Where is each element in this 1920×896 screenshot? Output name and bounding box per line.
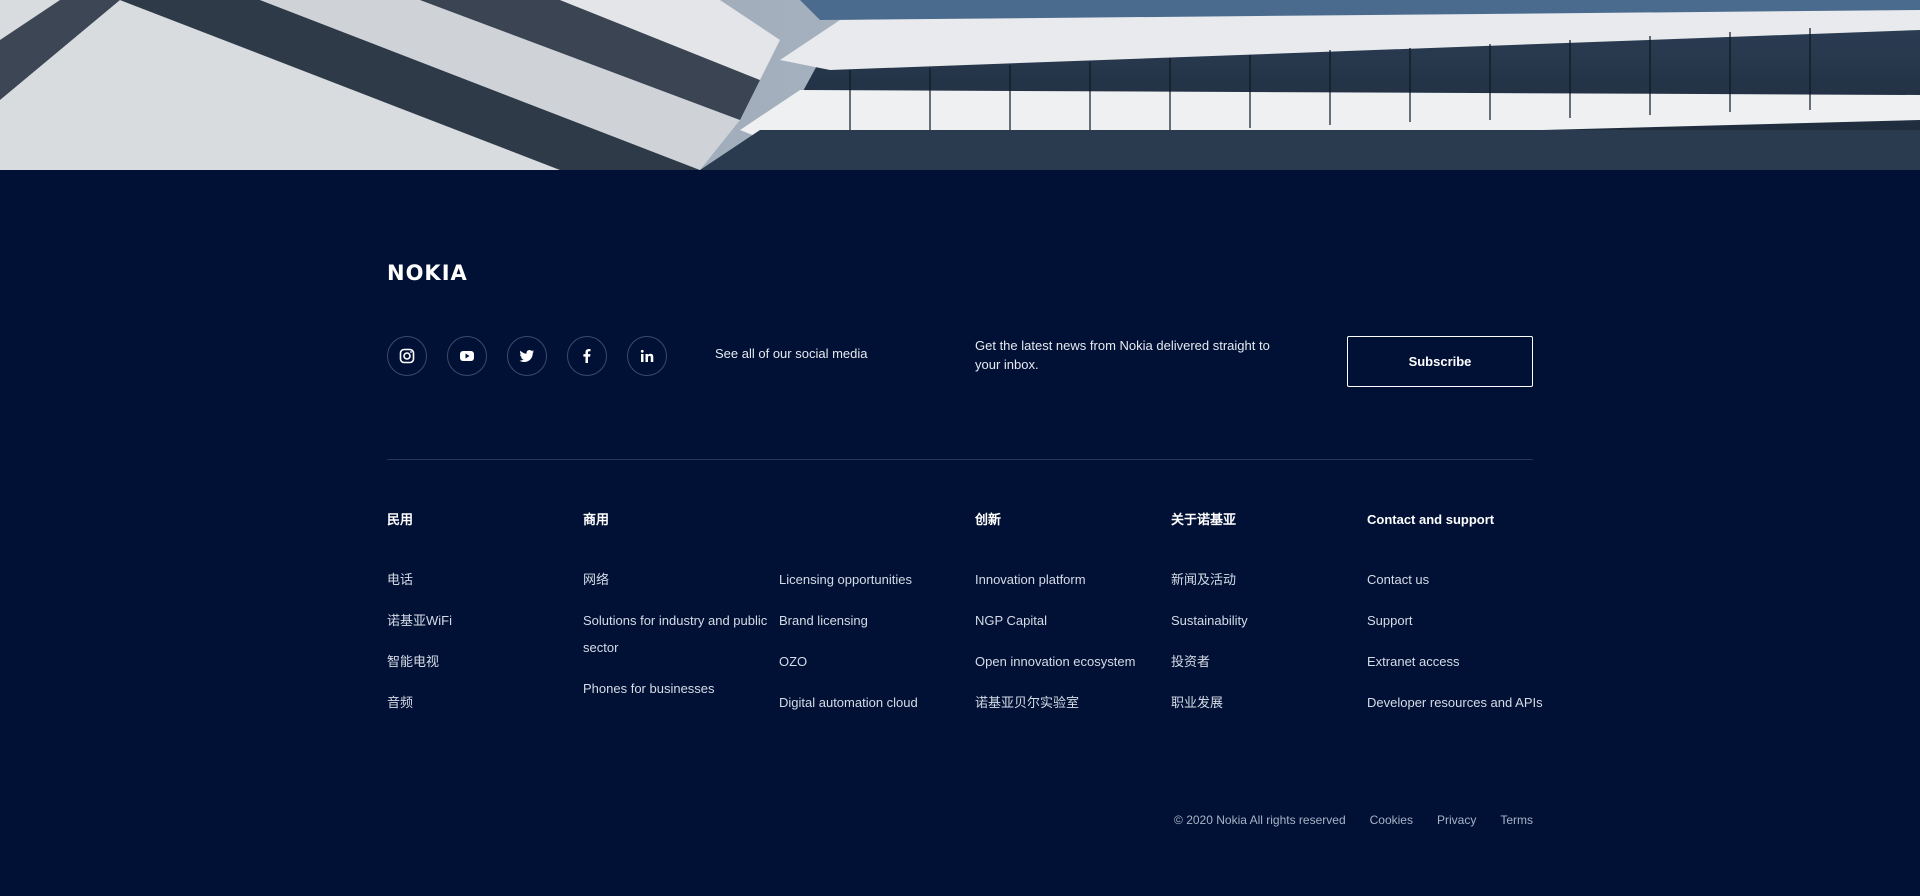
footer-link[interactable]: 网络: [583, 566, 773, 593]
footer-link[interactable]: Brand licensing: [779, 607, 969, 634]
footer-link[interactable]: 音频: [387, 689, 577, 716]
footer-divider: [387, 459, 1533, 460]
hero-building-image: [0, 0, 1920, 170]
footer-link[interactable]: Sustainability: [1171, 607, 1361, 634]
linkedin-button[interactable]: [627, 336, 667, 376]
column-heading: 商用: [583, 512, 610, 527]
footer-link[interactable]: 诺基亚贝尔实验室: [975, 689, 1165, 716]
youtube-icon: [460, 351, 474, 361]
footer-column-about: 关于诺基亚 新闻及活动 Sustainability 投资者 职业发展: [1171, 512, 1361, 730]
footer-link[interactable]: 诺基亚WiFi: [387, 607, 577, 634]
instagram-icon: [399, 348, 415, 364]
footer-link[interactable]: 职业发展: [1171, 689, 1361, 716]
building-illustration: [0, 0, 1920, 170]
subscribe-button[interactable]: Subscribe: [1347, 336, 1533, 387]
site-footer: NOKIA See all of our social media Get th…: [0, 170, 1920, 896]
nokia-logo[interactable]: NOKIA: [387, 261, 487, 285]
legal-bar: © 2020 Nokia All rights reserved Cookies…: [1174, 813, 1533, 827]
footer-link[interactable]: 智能电视: [387, 648, 577, 675]
twitter-button[interactable]: [507, 336, 547, 376]
footer-link[interactable]: OZO: [779, 648, 969, 675]
footer-link[interactable]: Innovation platform: [975, 566, 1165, 593]
footer-link[interactable]: Extranet access: [1367, 648, 1547, 675]
newsletter-text: Get the latest news from Nokia delivered…: [975, 338, 1270, 372]
footer-link[interactable]: Licensing opportunities: [779, 566, 969, 593]
facebook-button[interactable]: [567, 336, 607, 376]
terms-link[interactable]: Terms: [1500, 813, 1533, 827]
footer-column-business-more: Licensing opportunities Brand licensing …: [779, 512, 969, 730]
footer-column-consumer: 民用 电话 诺基亚WiFi 智能电视 音频: [387, 512, 577, 730]
copyright-text: © 2020 Nokia All rights reserved: [1174, 813, 1346, 827]
footer-link[interactable]: 投资者: [1171, 648, 1361, 675]
column-heading: [779, 512, 969, 566]
youtube-button[interactable]: [447, 336, 487, 376]
instagram-button[interactable]: [387, 336, 427, 376]
footer-link[interactable]: Digital automation cloud: [779, 689, 969, 716]
linkedin-icon: [640, 349, 654, 362]
footer-link[interactable]: NGP Capital: [975, 607, 1165, 634]
twitter-icon: [519, 350, 534, 362]
footer-link[interactable]: 新闻及活动: [1171, 566, 1361, 593]
nokia-logo-mark: NOKIA: [387, 261, 468, 285]
column-heading: 民用: [387, 512, 414, 527]
footer-column-support: Contact and support Contact us Support E…: [1367, 512, 1547, 730]
footer-column-innovation: 创新 Innovation platform NGP Capital Open …: [975, 512, 1165, 730]
social-media-link[interactable]: See all of our social media: [715, 346, 867, 361]
column-heading: 关于诺基亚: [1171, 512, 1237, 527]
column-heading: Contact and support: [1367, 512, 1495, 527]
footer-link[interactable]: Contact us: [1367, 566, 1547, 593]
footer-column-business: 商用 网络 Solutions for industry and public …: [583, 512, 773, 716]
privacy-link[interactable]: Privacy: [1437, 813, 1476, 827]
svg-text:NOKIA: NOKIA: [387, 262, 468, 282]
footer-link[interactable]: Solutions for industry and public sector: [583, 607, 773, 661]
footer-link[interactable]: Phones for businesses: [583, 675, 773, 702]
footer-link[interactable]: Support: [1367, 607, 1547, 634]
social-links: [387, 336, 667, 376]
footer-link[interactable]: Developer resources and APIs: [1367, 689, 1547, 716]
footer-link[interactable]: Open innovation ecosystem: [975, 648, 1165, 675]
footer-link[interactable]: 电话: [387, 566, 577, 593]
column-heading: 创新: [975, 512, 1002, 527]
cookies-link[interactable]: Cookies: [1370, 813, 1413, 827]
facebook-icon: [583, 349, 591, 363]
